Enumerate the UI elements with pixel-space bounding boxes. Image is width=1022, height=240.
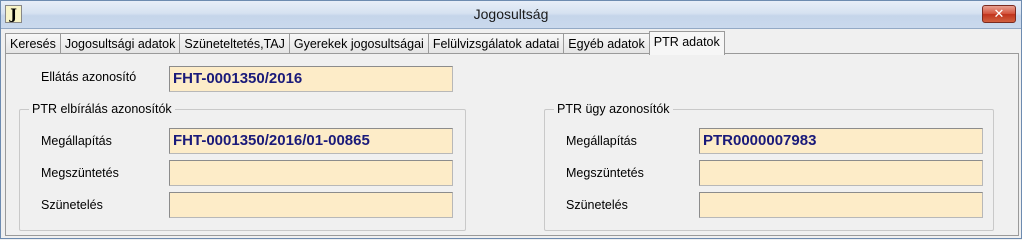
tab-gyerekek-jogosultsagai[interactable]: Gyerekek jogosultságai	[288, 33, 429, 54]
elbiralas-szuneteles-field[interactable]	[169, 192, 453, 218]
title-bar[interactable]: J Jogosultság ✕	[1, 1, 1021, 29]
tab-strip: Keresés Jogosultsági adatok Szünetelteté…	[5, 31, 725, 55]
window: J Jogosultság ✕ Keresés Jogosultsági ada…	[0, 0, 1022, 239]
ugy-megallapitas-label: Megállapítás	[566, 134, 637, 148]
tab-jogosultsagi-adatok[interactable]: Jogosultsági adatok	[59, 33, 181, 54]
ugy-megszuntetes-field[interactable]	[699, 160, 983, 186]
ugy-szuneteles-field[interactable]	[699, 192, 983, 218]
ptr-ugy-legend: PTR ügy azonosítók	[554, 102, 673, 116]
close-button[interactable]: ✕	[982, 5, 1016, 23]
ellatas-azonosito-label: Ellátás azonosító	[41, 70, 137, 84]
close-icon: ✕	[993, 6, 1005, 21]
ptr-adatok-panel: Ellátás azonosító FHT-0001350/2016 PTR e…	[5, 53, 1019, 236]
elbiralas-szuneteles-label: Szünetelés	[41, 198, 103, 212]
tab-kereses[interactable]: Keresés	[5, 33, 61, 54]
ptr-elbiralas-legend: PTR elbírálás azonosítók	[29, 102, 175, 116]
elbiralas-megallapitas-field[interactable]: FHT-0001350/2016/01-00865	[169, 128, 453, 154]
tab-felulvizsgalatok-adatai[interactable]: Felülvizsgálatok adatai	[427, 33, 565, 54]
ellatas-azonosito-field[interactable]: FHT-0001350/2016	[169, 66, 453, 92]
elbiralas-megszuntetes-label: Megszüntetés	[41, 166, 119, 180]
tab-szuneteltetes-taj[interactable]: Szüneteltetés,TAJ	[179, 33, 290, 54]
tab-ptr-adatok[interactable]: PTR adatok	[648, 31, 725, 55]
ugy-szuneteles-label: Szünetelés	[566, 198, 628, 212]
tab-egyeb-adatok[interactable]: Egyéb adatok	[563, 33, 650, 54]
ugy-megszuntetes-label: Megszüntetés	[566, 166, 644, 180]
elbiralas-megallapitas-label: Megállapítás	[41, 134, 112, 148]
ugy-megallapitas-field[interactable]: PTR0000007983	[699, 128, 983, 154]
elbiralas-megszuntetes-field[interactable]	[169, 160, 453, 186]
window-title: Jogosultság	[473, 6, 549, 22]
